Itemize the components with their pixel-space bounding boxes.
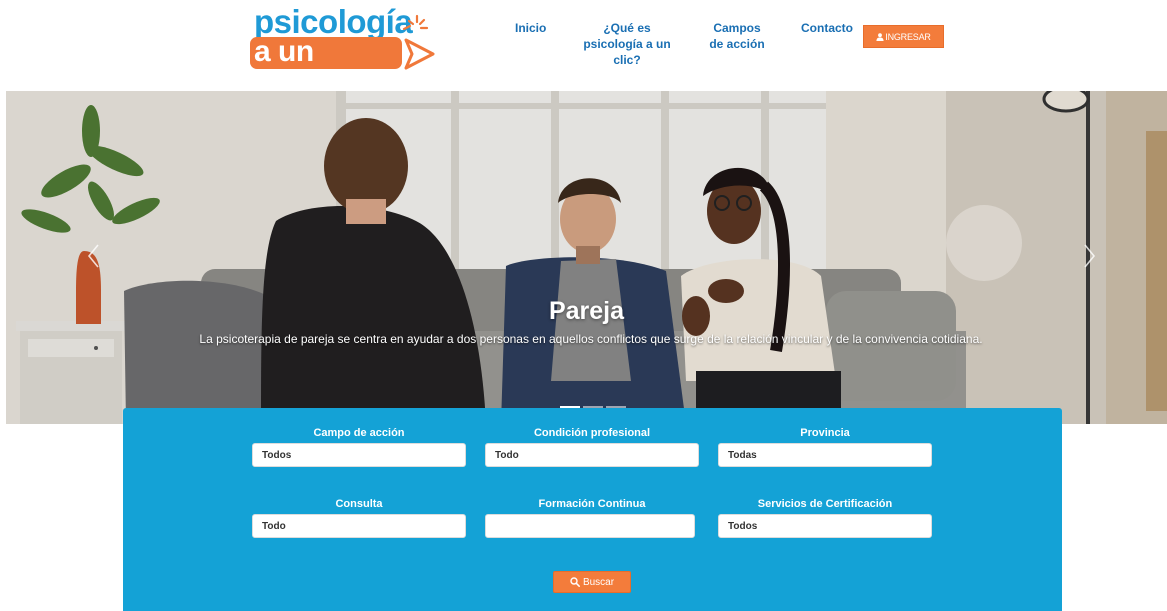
user-icon: [876, 32, 884, 41]
login-button-label: INGRESAR: [885, 31, 931, 42]
field-label: Formación Continua: [538, 498, 646, 510]
hero-carousel: Pareja La psicoterapia de pareja se cent…: [6, 91, 1167, 424]
search-icon: [570, 577, 580, 587]
field-label: Consulta: [335, 498, 383, 510]
condicion-profesional-select[interactable]: Todo: [485, 443, 699, 467]
carousel-next-icon[interactable]: [1083, 243, 1097, 269]
campo-de-accion-field: Campo de acción Todos: [252, 426, 466, 467]
site-logo[interactable]: psicología a un clic.cr: [250, 4, 436, 104]
nav-item-contacto[interactable]: Contacto: [801, 20, 853, 36]
site-header: psicología a un clic.cr Inicio ¿Qué es p…: [0, 0, 1167, 104]
servicios-certificacion-field: Servicios de Certificación Todos: [718, 497, 932, 538]
campo-de-accion-select[interactable]: Todos: [252, 443, 466, 467]
formacion-continua-field: Formación Continua: [485, 497, 699, 538]
search-button[interactable]: Buscar: [553, 571, 631, 593]
login-button[interactable]: INGRESAR: [863, 25, 944, 48]
nav-item-campos-de-accion[interactable]: Campos de acción: [705, 20, 769, 52]
provincia-field: Provincia Todas: [718, 426, 932, 467]
field-label: Provincia: [800, 427, 850, 439]
servicios-certificacion-select[interactable]: Todos: [718, 514, 932, 538]
field-label: Servicios de Certificación: [757, 498, 893, 510]
formacion-continua-select[interactable]: [485, 514, 695, 538]
nav-item-que-es[interactable]: ¿Qué es psicología a un clic?: [572, 20, 682, 68]
cursor-icon: [404, 38, 435, 70]
carousel-prev-icon[interactable]: [86, 243, 100, 269]
search-panel: Campo de acción Todos Condición profesio…: [123, 408, 1062, 611]
hero-caption: La psicoterapia de pareja se centra en a…: [199, 332, 983, 346]
nav-item-inicio[interactable]: Inicio: [515, 20, 546, 36]
sparkle-icon: [402, 14, 429, 31]
consulta-field: Consulta Todo: [252, 497, 466, 538]
consulta-select[interactable]: Todo: [252, 514, 466, 538]
field-label: Campo de acción: [313, 427, 405, 439]
hero-title: Pareja: [548, 297, 625, 325]
search-button-label: Buscar: [582, 576, 615, 588]
hero-image: [6, 91, 1167, 424]
condicion-profesional-field: Condición profesional Todo: [485, 426, 699, 467]
field-label: Condición profesional: [533, 427, 651, 439]
logo-badge: a un clic.cr: [250, 35, 402, 104]
provincia-select[interactable]: Todas: [718, 443, 932, 467]
